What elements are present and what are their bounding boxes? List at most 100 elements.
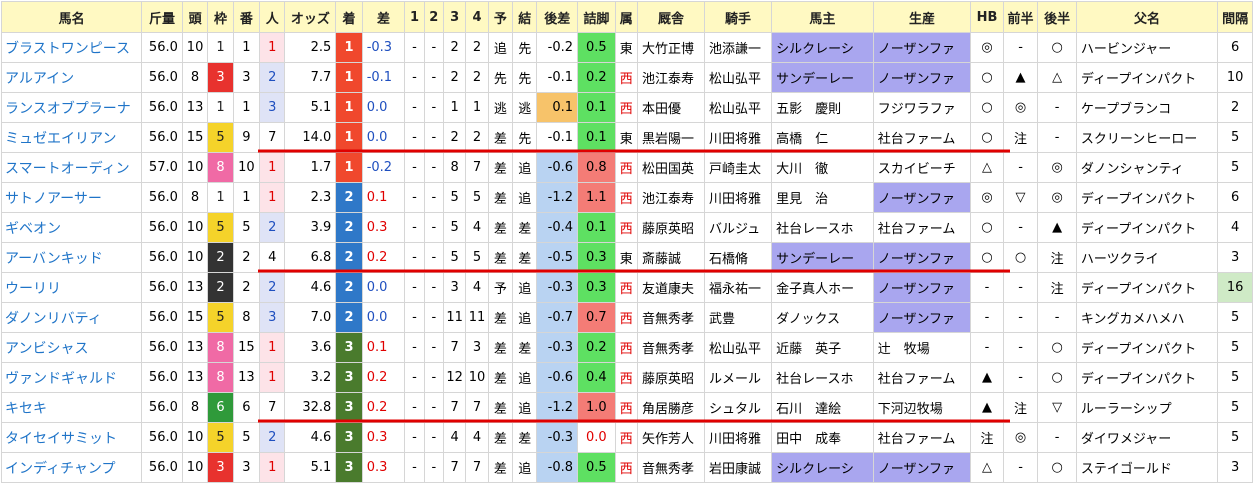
cell-horse-name[interactable]: サトノアーサー <box>0 182 143 213</box>
cell-second-half-mark: △ <box>1037 62 1077 93</box>
col-header[interactable]: 4 <box>465 1 489 33</box>
cell-finish: 2 <box>335 242 363 273</box>
cell-result-style: 追 <box>512 182 538 213</box>
cell-hb-mark: ▲ <box>970 392 1004 423</box>
col-header[interactable]: 予 <box>487 1 514 33</box>
cell-horse-name[interactable]: アルアイン <box>0 62 143 93</box>
cell-horse-name[interactable]: インディチャンプ <box>0 452 143 483</box>
cell-first-half-mark: ▽ <box>1002 182 1039 213</box>
cell-field-size: 10 <box>181 32 209 63</box>
cell-odds: 5.1 <box>284 92 337 123</box>
col-header[interactable]: 後差 <box>536 1 579 33</box>
col-header[interactable]: 属 <box>614 1 638 33</box>
col-header[interactable]: 3 <box>442 1 467 33</box>
cell-first-half-mark: ◎ <box>1002 422 1039 453</box>
cell-result-style: 差 <box>512 422 538 453</box>
cell-odds: 2.3 <box>284 182 337 213</box>
col-header[interactable]: 生産 <box>872 1 972 33</box>
cell-closing: 0.5 <box>577 452 616 483</box>
cell-finish: 1 <box>335 152 363 183</box>
cell-odds: 4.6 <box>284 422 337 453</box>
col-header[interactable]: 馬名 <box>0 1 143 33</box>
cell-breeder: フジワラファ <box>872 92 972 123</box>
cell-owner: 石川 達絵 <box>771 392 874 423</box>
cell-breeder: ノーザンファ <box>872 62 972 93</box>
cell-interval: 5 <box>1217 362 1253 393</box>
cell-odds: 7.0 <box>284 302 337 333</box>
cell-horse-name[interactable]: ブラストワンピース <box>0 32 143 63</box>
table-row: ミュゼエイリアン 56.0 15 5 9 7 14.0 1 0.0- -2 2 差先 -0.1 0.1 東黒… <box>0 122 1253 153</box>
cell-late-diff: -0.1 <box>536 62 579 93</box>
col-header[interactable]: 人 <box>259 1 286 33</box>
cell-margin: 0.1 <box>361 332 406 363</box>
cell-frame: 1 <box>207 92 234 123</box>
cell-pos2: - <box>423 212 444 243</box>
cell-number: 3 <box>232 62 261 93</box>
cell-pos1: - <box>404 92 425 123</box>
cell-horse-name[interactable]: ミュゼエイリアン <box>0 122 143 153</box>
cell-horse-name[interactable]: ウーリリ <box>0 272 143 303</box>
cell-late-diff: -0.6 <box>536 152 579 183</box>
cell-odds: 7.7 <box>284 62 337 93</box>
cell-result-style: 先 <box>512 122 538 153</box>
col-header[interactable]: 1 <box>404 1 425 33</box>
col-header[interactable]: 着 <box>335 1 363 33</box>
col-header[interactable]: 結 <box>512 1 538 33</box>
cell-breeder: 下河辺牧場 <box>872 392 972 423</box>
cell-hb-mark: ○ <box>970 242 1004 273</box>
col-header[interactable]: 頭 <box>181 1 209 33</box>
col-header[interactable]: オッズ <box>284 1 337 33</box>
cell-horse-name[interactable]: タイセイサミット <box>0 422 143 453</box>
cell-horse-name[interactable]: ダノンリバティ <box>0 302 143 333</box>
col-header[interactable]: 後半 <box>1037 1 1077 33</box>
table-row: アーバンキッド 56.0 10 2 2 4 6.8 2 0.2- -5 5 差差 -0.5 0.3 東斎藤誠… <box>0 242 1253 273</box>
cell-odds: 3.9 <box>284 212 337 243</box>
cell-first-half-mark: - <box>1002 332 1039 363</box>
cell-horse-name[interactable]: ランスオブプラーナ <box>0 92 143 123</box>
cell-horse-name[interactable]: ギベオン <box>0 212 143 243</box>
table-row: キセキ 56.0 8 6 6 7 32.8 3 0.2- -7 7 差追 -1.2 1.0 西角居勝彦 シュタ… <box>0 392 1253 423</box>
col-header[interactable]: 間隔 <box>1217 1 1253 33</box>
cell-weight: 56.0 <box>141 242 183 273</box>
cell-first-half-mark: - <box>1002 152 1039 183</box>
col-header[interactable]: HB <box>970 1 1004 33</box>
cell-pos2: - <box>423 122 444 153</box>
cell-margin: 0.3 <box>361 452 406 483</box>
col-header[interactable]: 前半 <box>1002 1 1039 33</box>
cell-result-style: 追 <box>512 152 538 183</box>
cell-trainer: 本田優 <box>636 92 706 123</box>
cell-horse-name[interactable]: アーバンキッド <box>0 242 143 273</box>
cell-frame: 1 <box>207 182 234 213</box>
cell-horse-name[interactable]: キセキ <box>0 392 143 423</box>
cell-affiliation: 西 <box>614 62 638 93</box>
cell-weight: 56.0 <box>141 272 183 303</box>
col-header[interactable]: 番 <box>232 1 261 33</box>
cell-hb-mark: ○ <box>970 62 1004 93</box>
col-header[interactable]: 父名 <box>1075 1 1219 33</box>
cell-sire: ディープインパクト <box>1075 182 1219 213</box>
cell-jockey: 川田将雅 <box>704 422 773 453</box>
cell-horse-name[interactable]: アンビシャス <box>0 332 143 363</box>
cell-closing: 0.3 <box>577 272 616 303</box>
cell-pos4: 5 <box>465 182 489 213</box>
cell-popularity: 2 <box>259 212 286 243</box>
cell-horse-name[interactable]: スマートオーディン <box>0 152 143 183</box>
col-header[interactable]: 2 <box>423 1 444 33</box>
col-header[interactable]: 厩舎 <box>636 1 706 33</box>
cell-margin: -0.1 <box>361 62 406 93</box>
cell-pos3: 8 <box>442 152 467 183</box>
cell-margin: 0.2 <box>361 392 406 423</box>
col-header[interactable]: 詰脚 <box>577 1 616 33</box>
cell-frame: 3 <box>207 62 234 93</box>
col-header[interactable]: 馬主 <box>771 1 874 33</box>
col-header[interactable]: 騎手 <box>704 1 773 33</box>
cell-pos4: 4 <box>465 272 489 303</box>
cell-horse-name[interactable]: ヴァンドギャルド <box>0 362 143 393</box>
cell-jockey: 川田将雅 <box>704 122 773 153</box>
col-header[interactable]: 斤量 <box>141 1 183 33</box>
cell-interval: 3 <box>1217 452 1253 483</box>
col-header[interactable]: 枠 <box>207 1 234 33</box>
col-header[interactable]: 差 <box>361 1 406 33</box>
cell-sire: ディープインパクト <box>1075 362 1219 393</box>
cell-result-style: 追 <box>512 302 538 333</box>
